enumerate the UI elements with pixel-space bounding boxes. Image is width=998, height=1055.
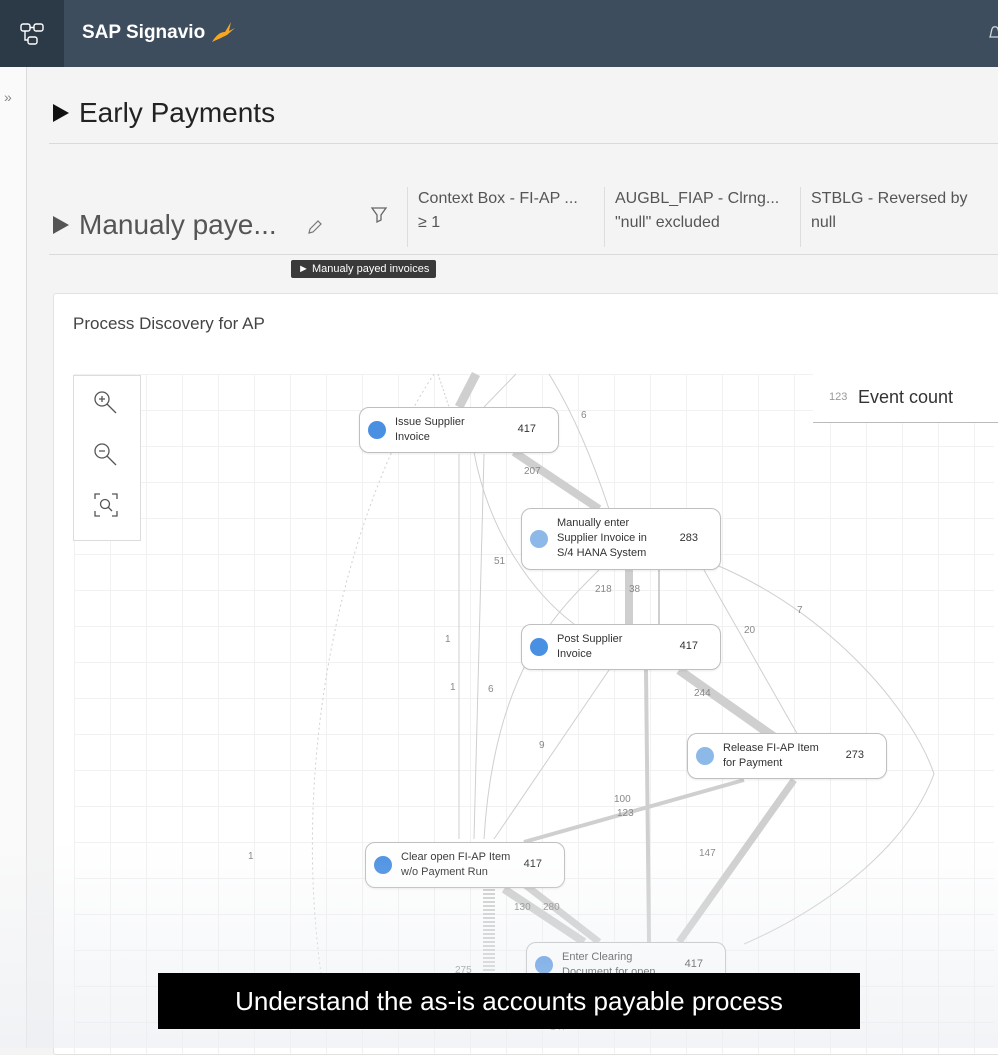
filter-chip-augbl[interactable]: AUGBL_FIAP - Clrng... "null" excluded <box>604 187 779 247</box>
node-label: Issue Supplier Invoice <box>395 416 465 443</box>
edge-label: 280 <box>543 902 560 913</box>
metric-number-icon: 123 <box>829 391 848 403</box>
activity-dot-icon <box>530 530 548 548</box>
activity-dot-icon <box>696 747 714 765</box>
edge-label: 130 <box>514 902 531 913</box>
edge-label: 1 <box>248 851 254 862</box>
page-title[interactable]: Early Payments <box>53 97 275 129</box>
filter-chip-stblg[interactable]: STBLG - Reversed by null <box>800 187 968 247</box>
brand-name: SAP Signavio <box>82 22 206 43</box>
left-rail: » <box>0 67 27 1048</box>
edge <box>311 373 435 995</box>
metric-label: Event count <box>858 387 954 407</box>
divider <box>49 143 998 144</box>
node-label: Release FI-AP Item for Payment <box>723 742 819 769</box>
edge <box>523 778 745 844</box>
node-clear-open-fi-ap-item[interactable]: Clear open FI-AP Item w/o Payment Run 41… <box>365 842 565 888</box>
video-caption: Understand the as-is accounts payable pr… <box>158 973 860 1029</box>
filter-chip-context-box[interactable]: Context Box - FI-AP ... ≥ 1 <box>407 187 578 247</box>
investigation-title[interactable]: Manualy paye... <box>53 209 277 241</box>
edge-label: 207 <box>524 466 541 477</box>
edge-label: 100 <box>614 794 631 805</box>
activity-dot-icon <box>530 638 548 656</box>
node-manually-enter-supplier-invoice[interactable]: Manually enter Supplier Invoice in S/4 H… <box>521 508 721 570</box>
edge <box>483 569 600 840</box>
edge-label: 244 <box>694 688 711 699</box>
edge-label: 38 <box>629 584 641 595</box>
edge-label: 6 <box>581 410 587 421</box>
process-discovery-widget: Process Discovery for AP 123 Event count… <box>53 293 998 1055</box>
node-label: Clear open FI-AP Item w/o Payment Run <box>401 851 511 878</box>
node-count: 417 <box>684 958 703 970</box>
page-title-text: Early Payments <box>79 97 276 128</box>
process-icon <box>20 22 44 45</box>
filter-value: null <box>811 214 836 231</box>
gazelle-logo-icon <box>212 22 236 42</box>
edge <box>511 448 602 513</box>
activity-dot-icon <box>368 421 386 439</box>
activity-dot-icon <box>535 956 553 974</box>
edge-label: 1 <box>445 634 451 645</box>
brand-logo[interactable]: SAP Signavio <box>82 20 237 46</box>
divider <box>49 254 998 255</box>
expand-sidebar-icon[interactable]: » <box>4 89 12 105</box>
edge-label: 6 <box>488 684 494 695</box>
node-count: 417 <box>679 640 698 652</box>
zoom-fit-icon[interactable] <box>91 490 121 520</box>
filter-value: ≥ 1 <box>418 214 441 231</box>
edge-label: 20 <box>744 625 756 636</box>
edge <box>493 669 610 840</box>
zoom-in-icon[interactable] <box>91 388 121 418</box>
edge-label: 9 <box>539 740 545 751</box>
filter-icon[interactable] <box>370 205 388 225</box>
node-label: Post Supplier Invoice <box>557 633 623 660</box>
node-count: 273 <box>845 749 864 761</box>
edge <box>676 666 777 741</box>
node-release-fi-ap-item[interactable]: Release FI-AP Item for Payment 273 <box>687 733 887 779</box>
edge-label: 218 <box>595 584 612 595</box>
main-content: Early Payments Manualy paye... Context B… <box>27 67 998 1055</box>
node-count: 417 <box>523 858 542 870</box>
edge <box>676 777 797 945</box>
app-launcher[interactable] <box>0 0 64 67</box>
pencil-icon[interactable] <box>305 217 325 237</box>
edge <box>483 373 517 408</box>
metric-legend[interactable]: 123 Event count <box>813 374 998 423</box>
edge-label: 147 <box>699 848 716 859</box>
zoom-out-icon[interactable] <box>91 440 121 470</box>
expand-triangle-icon <box>53 104 69 122</box>
bell-icon[interactable] <box>988 22 998 42</box>
edge-label: 123 <box>617 808 634 819</box>
edge <box>473 453 485 840</box>
edge-label: 1 <box>450 682 456 693</box>
edge-label: 7 <box>797 605 803 616</box>
node-count: 283 <box>679 532 698 544</box>
node-issue-supplier-invoice[interactable]: Issue Supplier Invoice 417 <box>359 407 559 453</box>
investigation-title-text: Manualy paye... <box>79 209 277 240</box>
activity-dot-icon <box>374 856 392 874</box>
node-label: Manually enter Supplier Invoice in S/4 H… <box>557 517 647 559</box>
zoom-controls <box>73 375 141 541</box>
expand-triangle-icon <box>53 216 69 234</box>
edge <box>437 373 450 408</box>
filter-name: Context Box - FI-AP ... <box>418 190 578 207</box>
filter-value: "null" excluded <box>615 214 720 231</box>
tooltip: ► Manualy payed invoices <box>291 260 437 278</box>
filter-name: AUGBL_FIAP - Clrng... <box>615 190 780 207</box>
top-header: SAP Signavio <box>0 0 998 67</box>
filter-name: STBLG - Reversed by <box>811 190 968 207</box>
node-count: 417 <box>517 423 536 435</box>
node-post-supplier-invoice[interactable]: Post Supplier Invoice 417 <box>521 624 721 670</box>
edge-label: 51 <box>494 556 506 567</box>
edge <box>454 371 481 410</box>
